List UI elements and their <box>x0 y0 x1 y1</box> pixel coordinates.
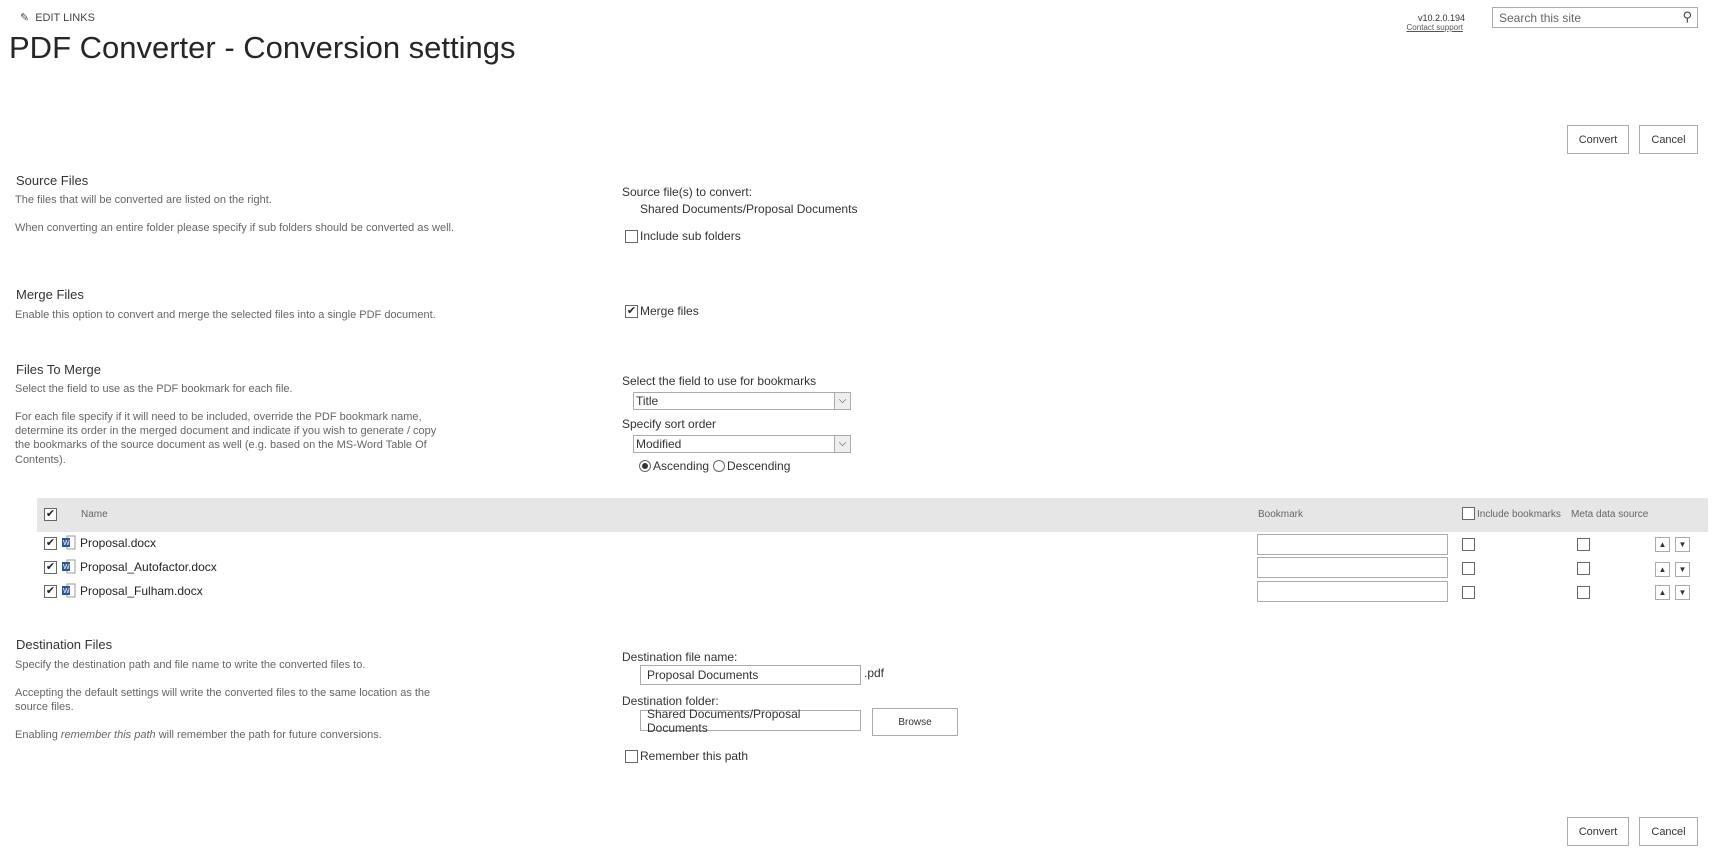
destination-desc-line: source files. <box>15 701 74 713</box>
bookmark-input[interactable] <box>1257 581 1448 602</box>
include-bookmarks-checkbox[interactable] <box>1462 562 1475 575</box>
meta-data-source-checkbox[interactable] <box>1577 586 1590 599</box>
move-up-icon[interactable]: ▲ <box>1655 585 1670 600</box>
svg-text:W: W <box>63 540 70 547</box>
text: Enabling <box>15 729 61 741</box>
column-header-include-bookmarks: Include bookmarks <box>1477 509 1561 520</box>
remember-path-label: Remember this path <box>640 749 749 763</box>
destination-desc-line: Accepting the default settings will writ… <box>15 687 431 699</box>
edit-links[interactable]: ✎ EDIT LINKS <box>20 11 95 25</box>
destination-files-heading: Destination Files <box>16 637 113 652</box>
pdf-extension-label: .pdf <box>864 666 885 680</box>
move-up-icon[interactable]: ▲ <box>1655 562 1670 577</box>
contact-support-link[interactable]: Contact support <box>1400 23 1463 32</box>
text-emphasis: remember this path <box>60 729 156 741</box>
files-to-merge-desc-line: For each file specify if it will need to… <box>15 411 422 423</box>
merge-files-checkbox[interactable]: ✔ <box>625 305 638 318</box>
word-document-icon: W <box>62 559 76 574</box>
files-table-header <box>37 498 1708 532</box>
source-files-desc: The files that will be converted are lis… <box>15 194 272 206</box>
merge-files-heading: Merge Files <box>16 287 84 302</box>
source-files-heading: Source Files <box>16 173 89 188</box>
source-files-label: Source file(s) to convert: <box>622 185 753 199</box>
select-all-checkbox[interactable]: ✔ <box>44 508 57 521</box>
file-name[interactable]: Proposal_Fulham.docx <box>80 584 203 598</box>
row-checkbox[interactable]: ✔ <box>44 561 57 574</box>
move-down-icon[interactable]: ▼ <box>1675 585 1690 600</box>
bookmark-field-value: Title <box>636 394 659 408</box>
bookmark-input[interactable] <box>1257 534 1448 555</box>
convert-button-bottom[interactable]: Convert <box>1567 817 1629 846</box>
destination-file-name-label: Destination file name: <box>622 650 738 664</box>
descending-radio[interactable] <box>713 460 725 472</box>
version-label: v10.2.0.194 <box>1418 13 1466 23</box>
destination-desc: Specify the destination path and file na… <box>15 659 366 671</box>
sort-order-value: Modified <box>636 437 682 451</box>
file-name[interactable]: Proposal_Autofactor.docx <box>80 560 217 574</box>
chevron-down-icon: ⌵ <box>834 393 850 409</box>
move-down-icon[interactable]: ▼ <box>1675 562 1690 577</box>
browse-button[interactable]: Browse <box>872 708 958 736</box>
sort-order-select[interactable]: Modified ⌵ <box>633 435 851 453</box>
pencil-icon: ✎ <box>20 12 30 24</box>
cancel-button-bottom[interactable]: Cancel <box>1639 817 1698 846</box>
search-icon[interactable]: ⚲ <box>1682 9 1692 25</box>
bookmark-field-label: Select the field to use for bookmarks <box>622 374 817 388</box>
files-to-merge-desc-line: the bookmarks of the source document as … <box>15 439 427 451</box>
files-to-merge-desc: Select the field to use as the PDF bookm… <box>15 383 293 395</box>
meta-data-source-checkbox[interactable] <box>1577 538 1590 551</box>
include-bookmarks-all-checkbox[interactable] <box>1462 507 1475 520</box>
page-title: PDF Converter - Conversion settings <box>9 30 516 65</box>
include-bookmarks-checkbox[interactable] <box>1462 538 1475 551</box>
merge-files-label: Merge files <box>640 304 699 318</box>
destination-desc-remember: Enabling remember this path will remembe… <box>15 729 382 741</box>
sort-order-label: Specify sort order <box>622 417 717 431</box>
cancel-button-top[interactable]: Cancel <box>1639 125 1698 154</box>
column-header-name[interactable]: Name <box>81 509 108 520</box>
bookmark-field-select[interactable]: Title ⌵ <box>633 392 851 410</box>
source-path: Shared Documents/Proposal Documents <box>640 202 858 216</box>
text: will remember the path for future conver… <box>155 729 382 741</box>
file-name[interactable]: Proposal.docx <box>80 536 156 550</box>
descending-label: Descending <box>727 459 791 473</box>
move-up-icon[interactable]: ▲ <box>1655 537 1670 552</box>
meta-data-source-checkbox[interactable] <box>1577 562 1590 575</box>
files-to-merge-desc-line: determine its order in the merged docume… <box>15 425 437 437</box>
bookmark-input[interactable] <box>1257 557 1448 578</box>
svg-text:W: W <box>63 588 70 595</box>
word-document-icon: W <box>62 535 76 550</box>
include-bookmarks-checkbox[interactable] <box>1462 586 1475 599</box>
ascending-label: Ascending <box>653 459 710 473</box>
destination-folder-input[interactable]: Shared Documents/Proposal Documents <box>640 707 861 735</box>
row-checkbox[interactable]: ✔ <box>44 585 57 598</box>
column-header-meta: Meta data source <box>1571 509 1649 520</box>
edit-links-label: EDIT LINKS <box>35 11 95 24</box>
remember-path-checkbox[interactable] <box>625 750 638 763</box>
search-input[interactable]: Search this site ⚲ <box>1492 7 1698 28</box>
merge-files-desc: Enable this option to convert and merge … <box>15 309 436 321</box>
files-to-merge-heading: Files To Merge <box>16 362 102 377</box>
include-sub-folders-label: Include sub folders <box>640 229 741 243</box>
search-placeholder: Search this site <box>1499 10 1582 25</box>
column-header-bookmark: Bookmark <box>1258 509 1304 520</box>
files-to-merge-desc-line: Contents). <box>15 454 66 466</box>
chevron-down-icon: ⌵ <box>834 436 850 452</box>
word-document-icon: W <box>62 583 76 598</box>
include-sub-folders-checkbox[interactable] <box>625 230 638 243</box>
svg-text:W: W <box>63 564 70 571</box>
ascending-radio[interactable] <box>639 460 651 472</box>
row-checkbox[interactable]: ✔ <box>44 537 57 550</box>
convert-button-top[interactable]: Convert <box>1567 125 1629 154</box>
destination-file-name-input[interactable]: Proposal Documents <box>640 665 861 685</box>
source-files-desc-2: When converting an entire folder please … <box>15 222 455 234</box>
move-down-icon[interactable]: ▼ <box>1675 537 1690 552</box>
